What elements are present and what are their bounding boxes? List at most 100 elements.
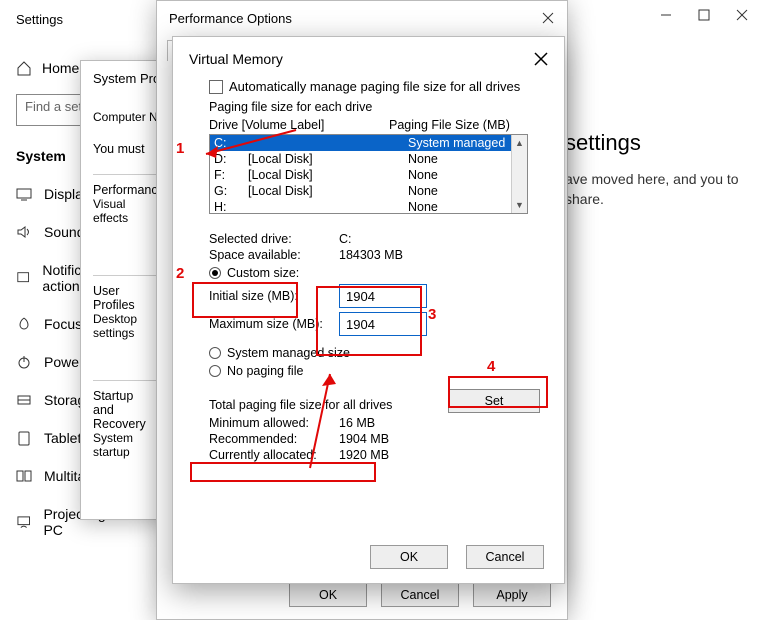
minimum-row: Minimum allowed: 16 MB (209, 416, 528, 430)
power-icon (16, 354, 32, 370)
minimum-value: 16 MB (339, 416, 375, 430)
drive-label: [Local Disk] (248, 168, 408, 182)
cancel-button[interactable]: Cancel (466, 545, 544, 569)
notifications-icon (16, 270, 30, 286)
multitasking-icon (16, 468, 32, 484)
ok-button[interactable]: OK (370, 545, 448, 569)
maximize-icon[interactable] (697, 8, 711, 22)
space-available-row: Space available: 184303 MB (209, 248, 528, 262)
system-managed-label: System managed size (227, 346, 350, 360)
user-body: Desktop settings (93, 312, 157, 340)
search-input[interactable]: Find a setting (16, 94, 84, 126)
drive-letter: H: (214, 200, 248, 214)
startup-heading: Startup and Recovery (93, 389, 157, 431)
nav-label: Sound (44, 224, 84, 240)
space-value: 184303 MB (339, 248, 403, 262)
space-label: Space available: (209, 248, 339, 262)
system-managed-radio[interactable] (209, 347, 221, 359)
perf-body: Visual effects (93, 197, 157, 225)
drive-list-header: Drive [Volume Label] Paging File Size (M… (209, 118, 528, 132)
startup-body: System startup (93, 431, 157, 459)
auto-manage-checkbox[interactable] (209, 80, 223, 94)
currently-allocated-label: Currently allocated: (209, 448, 339, 462)
sysprops-title: System Properties (93, 71, 157, 86)
minimize-icon[interactable] (659, 8, 673, 22)
apply-button[interactable]: Apply (473, 583, 551, 607)
drive-size: None (408, 152, 523, 166)
scroll-up-icon[interactable]: ▲ (512, 135, 527, 151)
content-heading: settings (565, 130, 741, 156)
drive-letter: D: (214, 152, 248, 166)
col-drive: Drive [Volume Label] (209, 118, 389, 132)
no-paging-radio[interactable] (209, 365, 221, 377)
cancel-button[interactable]: Cancel (381, 583, 459, 607)
projecting-icon (16, 514, 31, 530)
vmem-title: Virtual Memory (189, 51, 283, 67)
drive-row[interactable]: H: None (210, 199, 527, 214)
recommended-row: Recommended: 1904 MB (209, 432, 528, 446)
paging-section-label: Paging file size for each drive (209, 100, 548, 114)
close-icon[interactable] (541, 11, 555, 25)
startup-section: Startup and Recovery System startup (93, 380, 157, 459)
selected-drive-value: C: (339, 232, 352, 246)
drive-row[interactable]: C: System managed (210, 135, 527, 151)
recommended-value: 1904 MB (339, 432, 389, 446)
user-section: User Profiles Desktop settings (93, 275, 157, 340)
auto-manage-row[interactable]: Automatically manage paging file size fo… (209, 79, 548, 94)
set-button[interactable]: Set (448, 389, 540, 413)
scrollbar[interactable]: ▲ ▼ (511, 135, 527, 213)
selected-drive-row: Selected drive: C: (209, 232, 528, 246)
home-icon (16, 60, 32, 76)
drive-size: System managed (408, 136, 523, 150)
drive-label: [Local Disk] (248, 184, 408, 198)
initial-size-input[interactable] (339, 284, 427, 308)
display-icon (16, 186, 32, 202)
virtual-memory-dialog: Virtual Memory Automatically manage pagi… (172, 36, 565, 584)
maximum-size-label: Maximum size (MB): (209, 317, 339, 331)
system-managed-radio-row[interactable]: System managed size (209, 346, 528, 360)
close-icon[interactable] (534, 52, 548, 66)
initial-size-label: Initial size (MB): (209, 289, 339, 303)
drive-label: [Local Disk] (248, 152, 408, 166)
drive-row[interactable]: D: [Local Disk] None (210, 151, 527, 167)
drive-size: None (408, 184, 523, 198)
custom-size-radio-row[interactable]: Custom size: (209, 266, 528, 280)
close-icon[interactable] (735, 8, 749, 22)
tablet-icon (16, 430, 32, 446)
col-size: Paging File Size (MB) (389, 118, 510, 132)
recommended-label: Recommended: (209, 432, 339, 446)
sysprops-tab[interactable]: Computer Name (93, 110, 157, 124)
sound-icon (16, 224, 32, 240)
ok-button[interactable]: OK (289, 583, 367, 607)
custom-size-radio[interactable] (209, 267, 221, 279)
settings-app-title: Settings (16, 12, 63, 27)
no-paging-label: No paging file (227, 364, 303, 378)
perf-section: Performance Visual effects (93, 174, 157, 225)
scroll-down-icon[interactable]: ▼ (512, 197, 527, 213)
sysprops-text: You must (93, 142, 157, 156)
perf-heading: Performance (93, 183, 157, 197)
window-controls (659, 8, 749, 22)
nav-label: Tablet (44, 430, 81, 446)
content-body: ave moved here, and you to share. (565, 170, 741, 209)
user-heading: User Profiles (93, 284, 157, 312)
storage-icon (16, 392, 32, 408)
minimum-label: Minimum allowed: (209, 416, 339, 430)
initial-size-row: Initial size (MB): (209, 284, 528, 308)
settings-content: settings ave moved here, and you to shar… (565, 130, 741, 209)
home-label: Home (42, 60, 79, 76)
custom-size-label: Custom size: (227, 266, 299, 280)
auto-manage-label: Automatically manage paging file size fo… (229, 79, 520, 94)
currently-allocated-value: 1920 MB (339, 448, 389, 462)
drive-size: None (408, 168, 523, 182)
no-paging-radio-row[interactable]: No paging file (209, 364, 528, 378)
drive-row[interactable]: G: [Local Disk] None (210, 183, 527, 199)
drive-letter: C: (214, 136, 248, 150)
currently-allocated-row: Currently allocated: 1920 MB (209, 448, 528, 462)
maximum-size-input[interactable] (339, 312, 427, 336)
drive-size: None (408, 200, 523, 214)
selected-drive-label: Selected drive: (209, 232, 339, 246)
drive-row[interactable]: F: [Local Disk] None (210, 167, 527, 183)
drive-list[interactable]: C: System managed D: [Local Disk] None F… (209, 134, 528, 214)
drive-letter: F: (214, 168, 248, 182)
